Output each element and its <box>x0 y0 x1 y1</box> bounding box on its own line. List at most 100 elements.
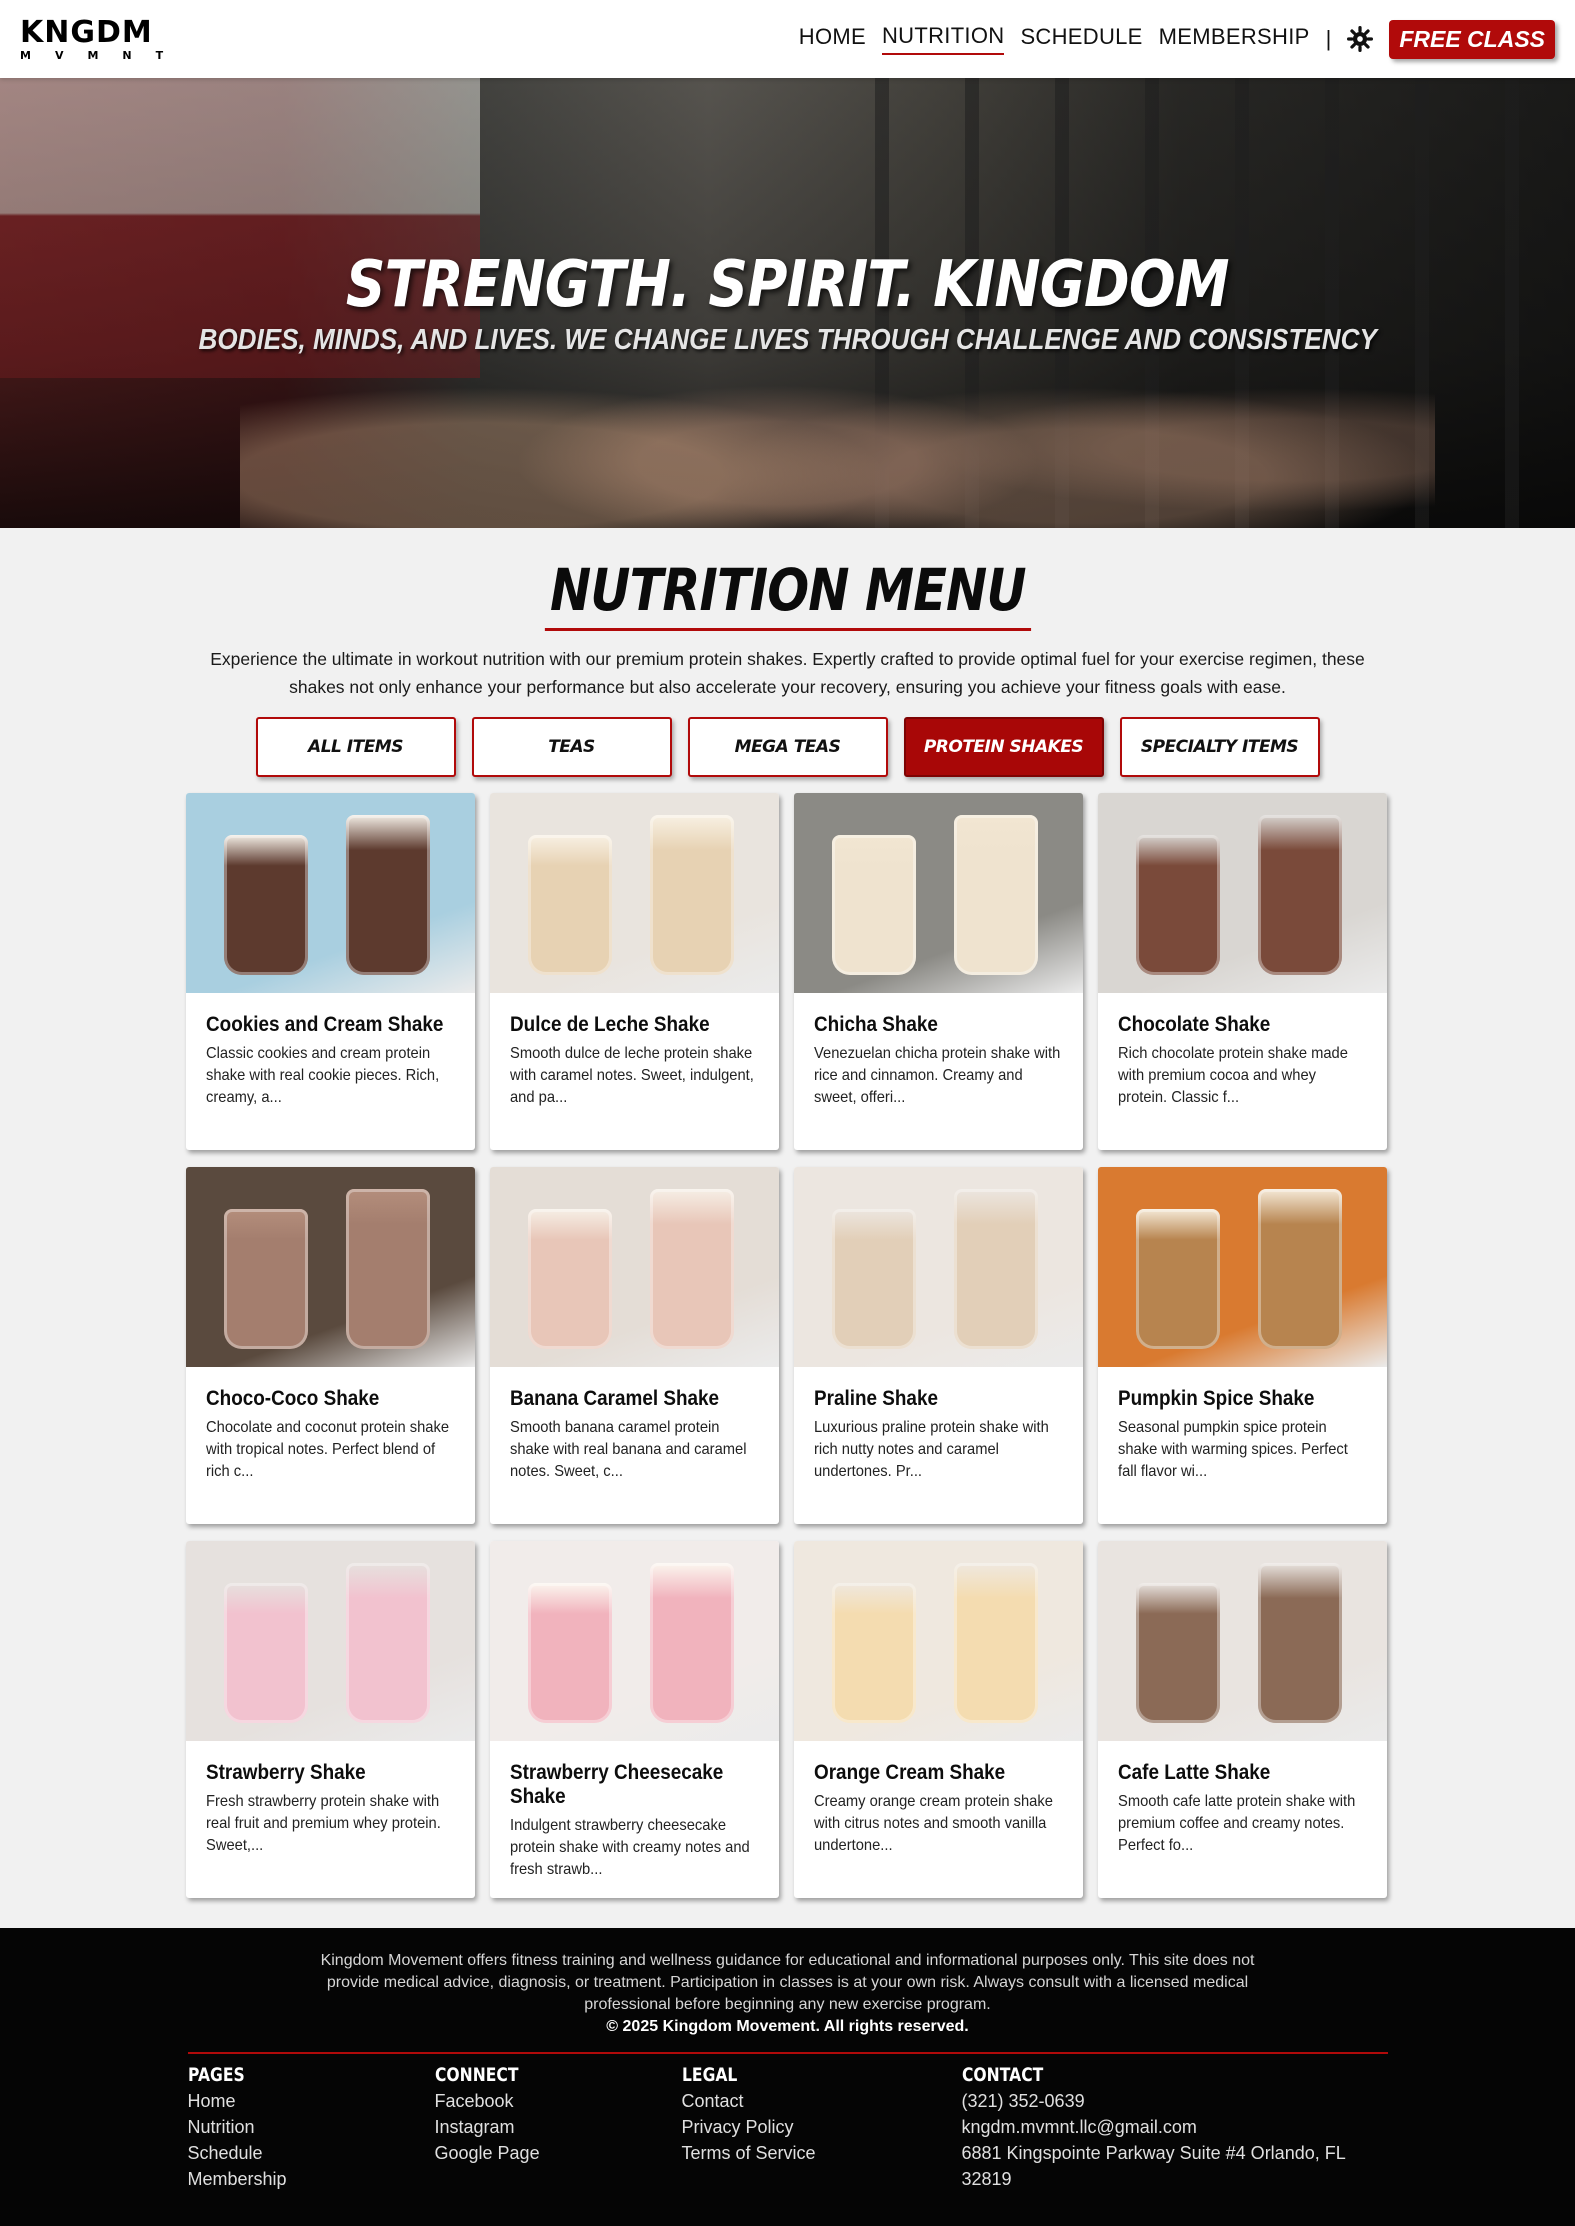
footer-link-nutrition[interactable]: Nutrition <box>188 2114 435 2140</box>
menu-item-card[interactable]: Cookies and Cream Shake Classic cookies a… <box>185 793 475 1150</box>
menu-item-description: Seasonal pumpkin spice protein shake wit… <box>1117 1419 1348 1480</box>
footer-address: 6881 Kingspointe Parkway Suite #4 Orland… <box>961 2143 1346 2189</box>
menu-item-title: Dulce de Leche Shake <box>509 1013 710 1036</box>
footer-divider <box>187 2052 1388 2054</box>
menu-item-image <box>489 1541 779 1741</box>
menu-item-body: Banana Caramel Shake Smooth banana carame… <box>490 1367 779 1524</box>
shake-glass-illustration <box>649 1189 734 1349</box>
menu-item-card[interactable]: Chicha Shake Venezuelan chicha protein sh… <box>793 793 1083 1150</box>
shake-glass-illustration <box>1257 1189 1342 1349</box>
menu-item-card[interactable]: Dulce de Leche Shake Smooth dulce de lech… <box>489 793 779 1150</box>
menu-grid: Cookies and Cream Shake Classic cookies a… <box>185 793 1390 1898</box>
menu-item-title: Chicha Shake <box>813 1013 938 1036</box>
shake-glass-illustration <box>527 835 612 975</box>
shake-glass-illustration <box>1257 1563 1342 1723</box>
shake-glass-illustration <box>1135 835 1220 975</box>
logo-wordmark: KNGDM <box>20 14 153 50</box>
menu-item-body: Cookies and Cream Shake Classic cookies a… <box>186 993 475 1150</box>
menu-item-image <box>185 1167 475 1367</box>
gear-icon[interactable] <box>1347 26 1374 52</box>
menu-item-card[interactable]: Strawberry Shake Fresh strawberry protein… <box>185 1541 475 1898</box>
menu-item-description: Venezuelan chicha protein shake with ric… <box>813 1045 1060 1106</box>
menu-item-card[interactable]: Choco-Coco Shake Chocolate and coconut pr… <box>185 1167 475 1524</box>
footer-col-title: PAGES <box>187 2064 245 2086</box>
shake-glass-illustration <box>953 1563 1038 1723</box>
menu-item-description: Smooth banana caramel protein shake with… <box>509 1419 746 1480</box>
menu-item-image <box>793 793 1083 993</box>
hero-subtitle: BODIES, MINDS, AND LIVES. WE CHANGE LIVE… <box>198 324 1377 356</box>
footer-email[interactable]: kngdm.mvmnt.llc@gmail.com <box>962 2114 1388 2140</box>
main-nav: HOME NUTRITION SCHEDULE MEMBERSHIP | FRE… <box>799 19 1555 59</box>
nav-nutrition[interactable]: NUTRITION <box>881 23 1005 55</box>
footer-col-legal: LEGAL Contact Privacy Policy Terms of Se… <box>682 2064 962 2192</box>
menu-item-description: Chocolate and coconut protein shake with… <box>205 1419 449 1480</box>
footer-link-privacy-policy[interactable]: Privacy Policy <box>682 2114 962 2140</box>
shake-glass-illustration <box>527 1209 612 1349</box>
menu-item-body: Chocolate Shake Rich chocolate protein sh… <box>1098 993 1387 1150</box>
menu-item-image <box>489 1167 779 1367</box>
shake-glass-illustration <box>831 1583 916 1723</box>
shake-glass-illustration <box>831 835 916 975</box>
footer-link-instagram[interactable]: Instagram <box>435 2114 682 2140</box>
shake-glass-illustration <box>223 1583 308 1723</box>
shake-glass-illustration <box>953 815 1038 975</box>
footer-link-google-page[interactable]: Google Page <box>435 2140 682 2166</box>
filter-all-items[interactable]: ALL ITEMS <box>255 717 456 777</box>
filter-specialty-items[interactable]: SPECIALTY ITEMS <box>1119 717 1320 777</box>
menu-item-description: Smooth cafe latte protein shake with pre… <box>1117 1793 1355 1854</box>
menu-item-image <box>1097 793 1387 993</box>
menu-item-title: Choco-Coco Shake <box>205 1387 379 1410</box>
menu-item-card[interactable]: Strawberry Cheesecake Shake Indulgent str… <box>489 1541 779 1898</box>
shake-glass-illustration <box>527 1583 612 1723</box>
footer-link-home[interactable]: Home <box>188 2088 435 2114</box>
menu-item-description: Rich chocolate protein shake made with p… <box>1117 1045 1348 1106</box>
menu-item-card[interactable]: Praline Shake Luxurious praline protein s… <box>793 1167 1083 1524</box>
footer-link-facebook[interactable]: Facebook <box>435 2088 682 2114</box>
menu-item-card[interactable]: Banana Caramel Shake Smooth banana carame… <box>489 1167 779 1524</box>
menu-item-body: Orange Cream Shake Creamy orange cream pr… <box>794 1741 1083 1898</box>
footer-link-terms-of-service[interactable]: Terms of Service <box>682 2140 962 2166</box>
shake-glass-illustration <box>1135 1209 1220 1349</box>
menu-item-title: Chocolate Shake <box>1117 1013 1270 1036</box>
logo-subtitle: MVMNT <box>20 48 188 62</box>
footer-col-title: LEGAL <box>681 2064 737 2086</box>
menu-item-image <box>185 793 475 993</box>
shake-glass-illustration <box>345 1563 430 1723</box>
site-header: KNGDM MVMNT HOME NUTRITION SCHEDULE MEMB… <box>0 0 1575 78</box>
menu-item-title: Cookies and Cream Shake <box>205 1013 443 1036</box>
nav-home[interactable]: HOME <box>799 24 866 54</box>
hero-title: STRENGTH. SPIRIT. KINGDOM <box>346 248 1230 322</box>
menu-item-body: Dulce de Leche Shake Smooth dulce de lech… <box>490 993 779 1150</box>
footer-col-title: CONNECT <box>434 2064 518 2086</box>
menu-item-card[interactable]: Cafe Latte Shake Smooth cafe latte protei… <box>1097 1541 1387 1898</box>
nav-membership[interactable]: MEMBERSHIP <box>1159 24 1310 54</box>
nav-schedule[interactable]: SCHEDULE <box>1020 24 1142 54</box>
menu-item-title: Banana Caramel Shake <box>509 1387 719 1410</box>
hero-banner: STRENGTH. SPIRIT. KINGDOM BODIES, MINDS,… <box>0 78 1575 528</box>
filter-protein-shakes[interactable]: PROTEIN SHAKES <box>903 717 1104 777</box>
free-class-button[interactable]: FREE CLASS <box>1389 19 1555 59</box>
menu-item-image <box>185 1541 475 1741</box>
page-title: NUTRITION MENU <box>544 556 1031 631</box>
menu-item-image <box>1097 1541 1387 1741</box>
filter-mega-teas[interactable]: MEGA TEAS <box>687 717 888 777</box>
footer-copyright: © 2025 Kingdom Movement. All rights rese… <box>606 2018 969 2035</box>
footer-col-connect: CONNECT Facebook Instagram Google Page <box>435 2064 682 2192</box>
menu-item-card[interactable]: Chocolate Shake Rich chocolate protein sh… <box>1097 793 1387 1150</box>
filter-tabs: ALL ITEMS TEAS MEGA TEAS PROTEIN SHAKES … <box>0 717 1575 777</box>
footer-phone[interactable]: (321) 352-0639 <box>962 2088 1388 2114</box>
footer-link-contact[interactable]: Contact <box>682 2088 962 2114</box>
menu-item-title: Pumpkin Spice Shake <box>1117 1387 1314 1410</box>
menu-item-body: Pumpkin Spice Shake Seasonal pumpkin spic… <box>1098 1367 1387 1524</box>
footer-link-schedule[interactable]: Schedule <box>188 2140 435 2166</box>
hero-text: STRENGTH. SPIRIT. KINGDOM BODIES, MINDS,… <box>0 248 1575 357</box>
footer-link-membership[interactable]: Membership <box>188 2166 435 2192</box>
shake-glass-illustration <box>649 1563 734 1723</box>
footer-columns: PAGES Home Nutrition Schedule Membership… <box>188 2064 1388 2192</box>
menu-item-card[interactable]: Orange Cream Shake Creamy orange cream pr… <box>793 1541 1083 1898</box>
shake-glass-illustration <box>649 815 734 975</box>
shake-glass-illustration <box>345 815 430 975</box>
filter-teas[interactable]: TEAS <box>471 717 672 777</box>
logo[interactable]: KNGDM MVMNT <box>20 14 188 62</box>
menu-item-card[interactable]: Pumpkin Spice Shake Seasonal pumpkin spic… <box>1097 1167 1387 1524</box>
